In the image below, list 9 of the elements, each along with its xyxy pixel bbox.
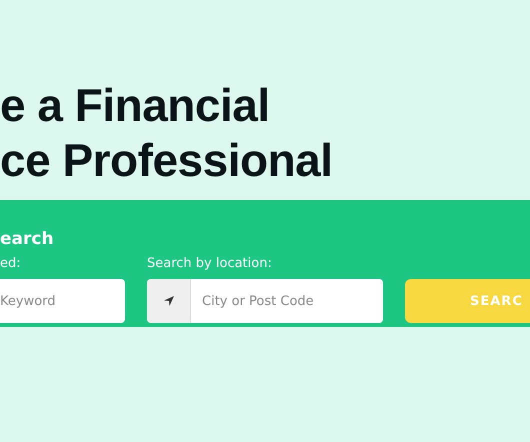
- search-button[interactable]: SEARC: [405, 279, 530, 323]
- heading-line: ce Professional: [0, 133, 333, 188]
- panel-title: earch: [0, 228, 54, 250]
- field-label: Search by location:: [147, 256, 272, 272]
- location-field[interactable]: City or Post Code: [147, 279, 383, 323]
- field-label: ed:: [0, 256, 21, 272]
- location-arrow-icon: [164, 296, 174, 306]
- keyword-field[interactable]: Keyword: [0, 279, 125, 323]
- heading-line: e a Financial: [0, 78, 270, 133]
